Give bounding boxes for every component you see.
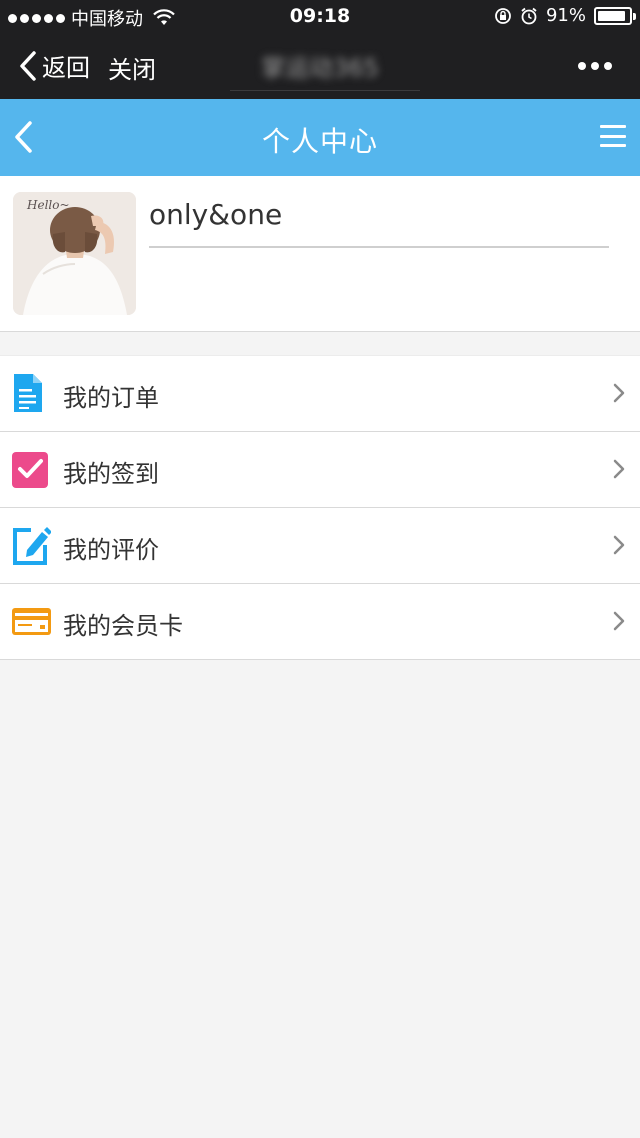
checkbox-icon: [12, 452, 48, 488]
menu-item-my-checkin[interactable]: 我的签到: [0, 432, 640, 508]
document-icon: [14, 374, 42, 412]
chevron-right-icon: [613, 383, 625, 403]
top-bar: 中国移动 09:18 91% 返回 关闭 掌运动365: [0, 0, 640, 99]
menu-line: [600, 125, 626, 128]
profile-card: Hello~ only&one: [0, 176, 640, 332]
menu-item-my-reviews[interactable]: 我的评价: [0, 508, 640, 584]
more-dot-icon: [604, 62, 612, 70]
avatar[interactable]: Hello~: [13, 192, 136, 315]
wechat-back-button[interactable]: 返回: [18, 48, 90, 83]
wechat-nav-bar: 返回 关闭 掌运动365: [0, 34, 640, 99]
wechat-close-button[interactable]: 关闭: [108, 50, 156, 85]
hamburger-menu-button[interactable]: [600, 125, 626, 147]
back-chevron-icon: [20, 50, 36, 81]
battery-icon: [594, 6, 636, 25]
username-divider: [149, 246, 609, 248]
chevron-right-icon: [613, 535, 625, 555]
menu-label-my-orders: 我的订单: [63, 384, 159, 412]
menu-label-my-membership-card: 我的会员卡: [63, 612, 183, 640]
battery-percent: 91%: [545, 5, 586, 26]
app-header: 个人中心: [0, 99, 640, 176]
menu-label-my-checkin: 我的签到: [63, 460, 159, 488]
username: only&one: [149, 198, 283, 231]
menu-list: 我的订单 我的签到 我的评价 我的会员卡: [0, 355, 640, 660]
more-options-button[interactable]: [578, 62, 612, 70]
more-dot-icon: [591, 62, 599, 70]
more-dot-icon: [578, 62, 586, 70]
title-underline: [230, 90, 420, 91]
status-right: 91%: [494, 5, 636, 26]
battery-level: [598, 10, 626, 21]
menu-label-my-reviews: 我的评价: [63, 536, 159, 564]
wechat-page-title: 掌运动365: [261, 54, 379, 82]
menu-item-my-orders[interactable]: 我的订单: [0, 356, 640, 432]
edit-icon: [13, 527, 51, 565]
menu-item-my-membership-card[interactable]: 我的会员卡: [0, 584, 640, 660]
alarm-icon: [521, 7, 537, 24]
card-icon: [12, 608, 51, 635]
avatar-caption: Hello~: [27, 198, 70, 212]
rotation-lock-icon: [495, 7, 511, 24]
chevron-right-icon: [613, 459, 625, 479]
status-bar: 中国移动 09:18 91%: [0, 0, 640, 34]
chevron-right-icon: [613, 611, 625, 631]
wechat-back-label: 返回: [42, 54, 90, 82]
page-title: 个人中心: [261, 125, 378, 158]
menu-line: [600, 144, 626, 147]
menu-line: [600, 134, 626, 138]
